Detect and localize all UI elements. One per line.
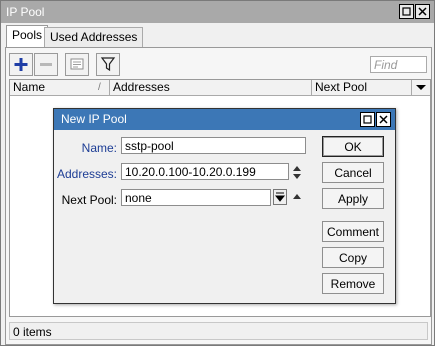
tab-used-addresses[interactable]: Used Addresses xyxy=(44,27,144,47)
comment-button[interactable] xyxy=(65,53,89,76)
apply-button[interactable]: Apply xyxy=(322,188,384,209)
updown-arrows-icon[interactable] xyxy=(292,164,302,181)
next-pool-select[interactable]: none xyxy=(121,189,271,206)
ok-button[interactable]: OK xyxy=(322,136,384,157)
column-menu-button[interactable] xyxy=(412,80,430,95)
dialog-close-button[interactable] xyxy=(376,112,391,127)
filter-button[interactable] xyxy=(96,53,120,76)
restore-button[interactable] xyxy=(399,4,414,19)
comment-button[interactable]: Comment xyxy=(322,221,384,242)
restore-icon xyxy=(402,7,411,16)
name-label: Name: xyxy=(81,141,117,155)
dialog-restore-button[interactable] xyxy=(360,112,375,127)
restore-icon xyxy=(363,115,372,124)
chevron-down-icon xyxy=(416,85,426,90)
column-addresses[interactable]: Addresses xyxy=(110,80,312,95)
chevron-down-icon xyxy=(274,192,286,202)
remove-button[interactable]: Remove xyxy=(322,273,384,294)
find-input[interactable]: Find xyxy=(370,56,427,73)
filter-icon xyxy=(100,57,116,72)
column-next-pool[interactable]: Next Pool xyxy=(312,80,412,95)
window-titlebar[interactable]: IP Pool xyxy=(1,1,434,23)
status-bar: 0 items xyxy=(9,322,428,340)
window-title: IP Pool xyxy=(6,5,45,19)
tab-pools[interactable]: Pools xyxy=(6,25,49,47)
next-pool-dropdown-button[interactable] xyxy=(273,189,287,205)
dialog-title: New IP Pool xyxy=(61,112,127,126)
up-arrow-icon[interactable] xyxy=(292,191,302,203)
close-icon xyxy=(379,115,388,124)
sort-indicator: / xyxy=(98,82,101,93)
copy-button[interactable]: Copy xyxy=(322,247,384,268)
add-button[interactable] xyxy=(9,53,33,76)
addresses-label: Addresses: xyxy=(56,167,117,181)
column-name-label: Name xyxy=(13,80,46,94)
note-icon xyxy=(70,58,84,70)
remove-button[interactable] xyxy=(34,53,58,76)
name-field[interactable]: sstp-pool xyxy=(121,137,306,154)
minus-icon xyxy=(40,63,52,66)
table-header: Name / Addresses Next Pool xyxy=(10,80,430,96)
addresses-field[interactable]: 10.20.0.100-10.20.0.199 xyxy=(121,163,289,180)
plus-icon xyxy=(14,58,28,71)
cancel-button[interactable]: Cancel xyxy=(322,162,384,183)
column-name[interactable]: Name / xyxy=(10,80,110,95)
close-button[interactable] xyxy=(415,4,430,19)
close-icon xyxy=(418,7,427,16)
next-pool-label: Next Pool: xyxy=(61,193,117,207)
dialog-titlebar[interactable]: New IP Pool xyxy=(54,109,395,130)
new-ip-pool-dialog: New IP Pool Name: sstp-pool Addresses: 1… xyxy=(53,108,396,304)
